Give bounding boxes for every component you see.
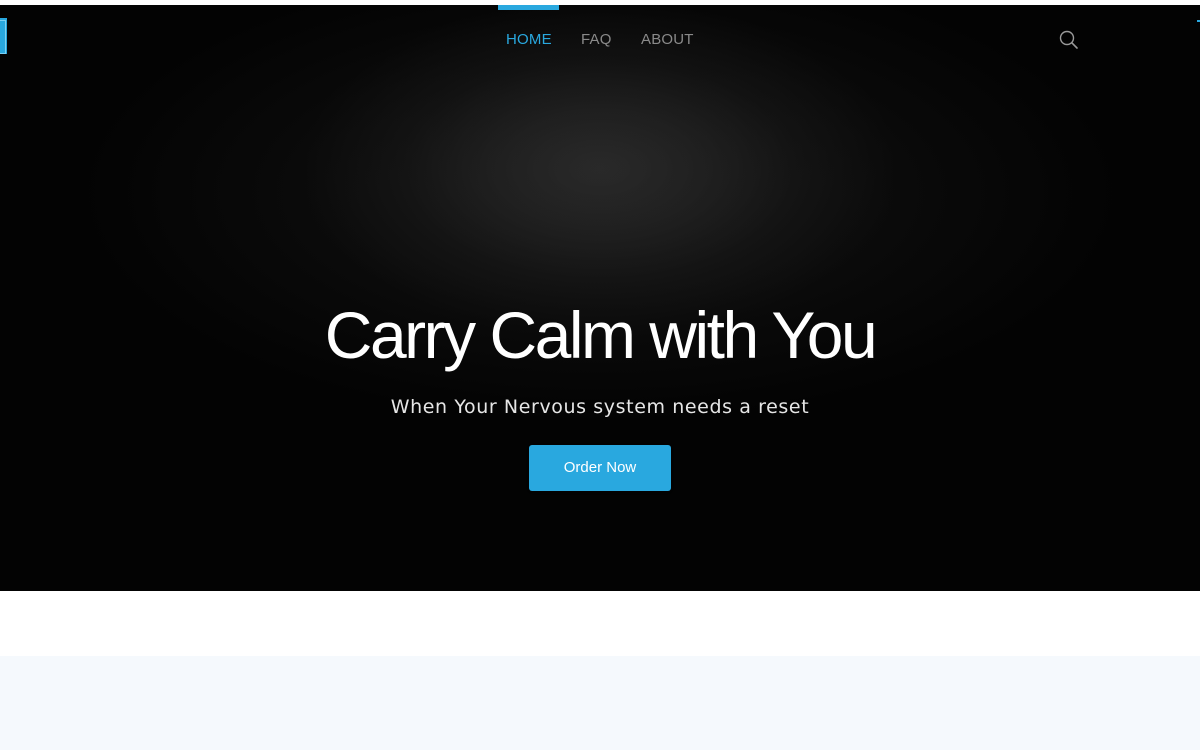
hero-content: Carry Calm with You When Your Nervous sy… (0, 295, 1200, 491)
nav-item-about[interactable]: ABOUT (641, 31, 694, 55)
main-nav: HOME FAQ ABOUT (0, 5, 1200, 75)
hero-subheadline: When Your Nervous system needs a reset (390, 396, 810, 418)
nav-item-home[interactable]: HOME (498, 5, 559, 55)
order-now-button[interactable]: Order Now (529, 445, 671, 491)
search-icon[interactable] (1058, 29, 1080, 51)
hero-headline: Carry Calm with You (324, 298, 878, 372)
nav-item-faq[interactable]: FAQ (581, 31, 612, 55)
hero-section: HOME FAQ ABOUT Carry Calm with You When … (0, 5, 1200, 591)
page: HOME FAQ ABOUT Carry Calm with You When … (0, 0, 1200, 750)
content-section (0, 656, 1200, 750)
